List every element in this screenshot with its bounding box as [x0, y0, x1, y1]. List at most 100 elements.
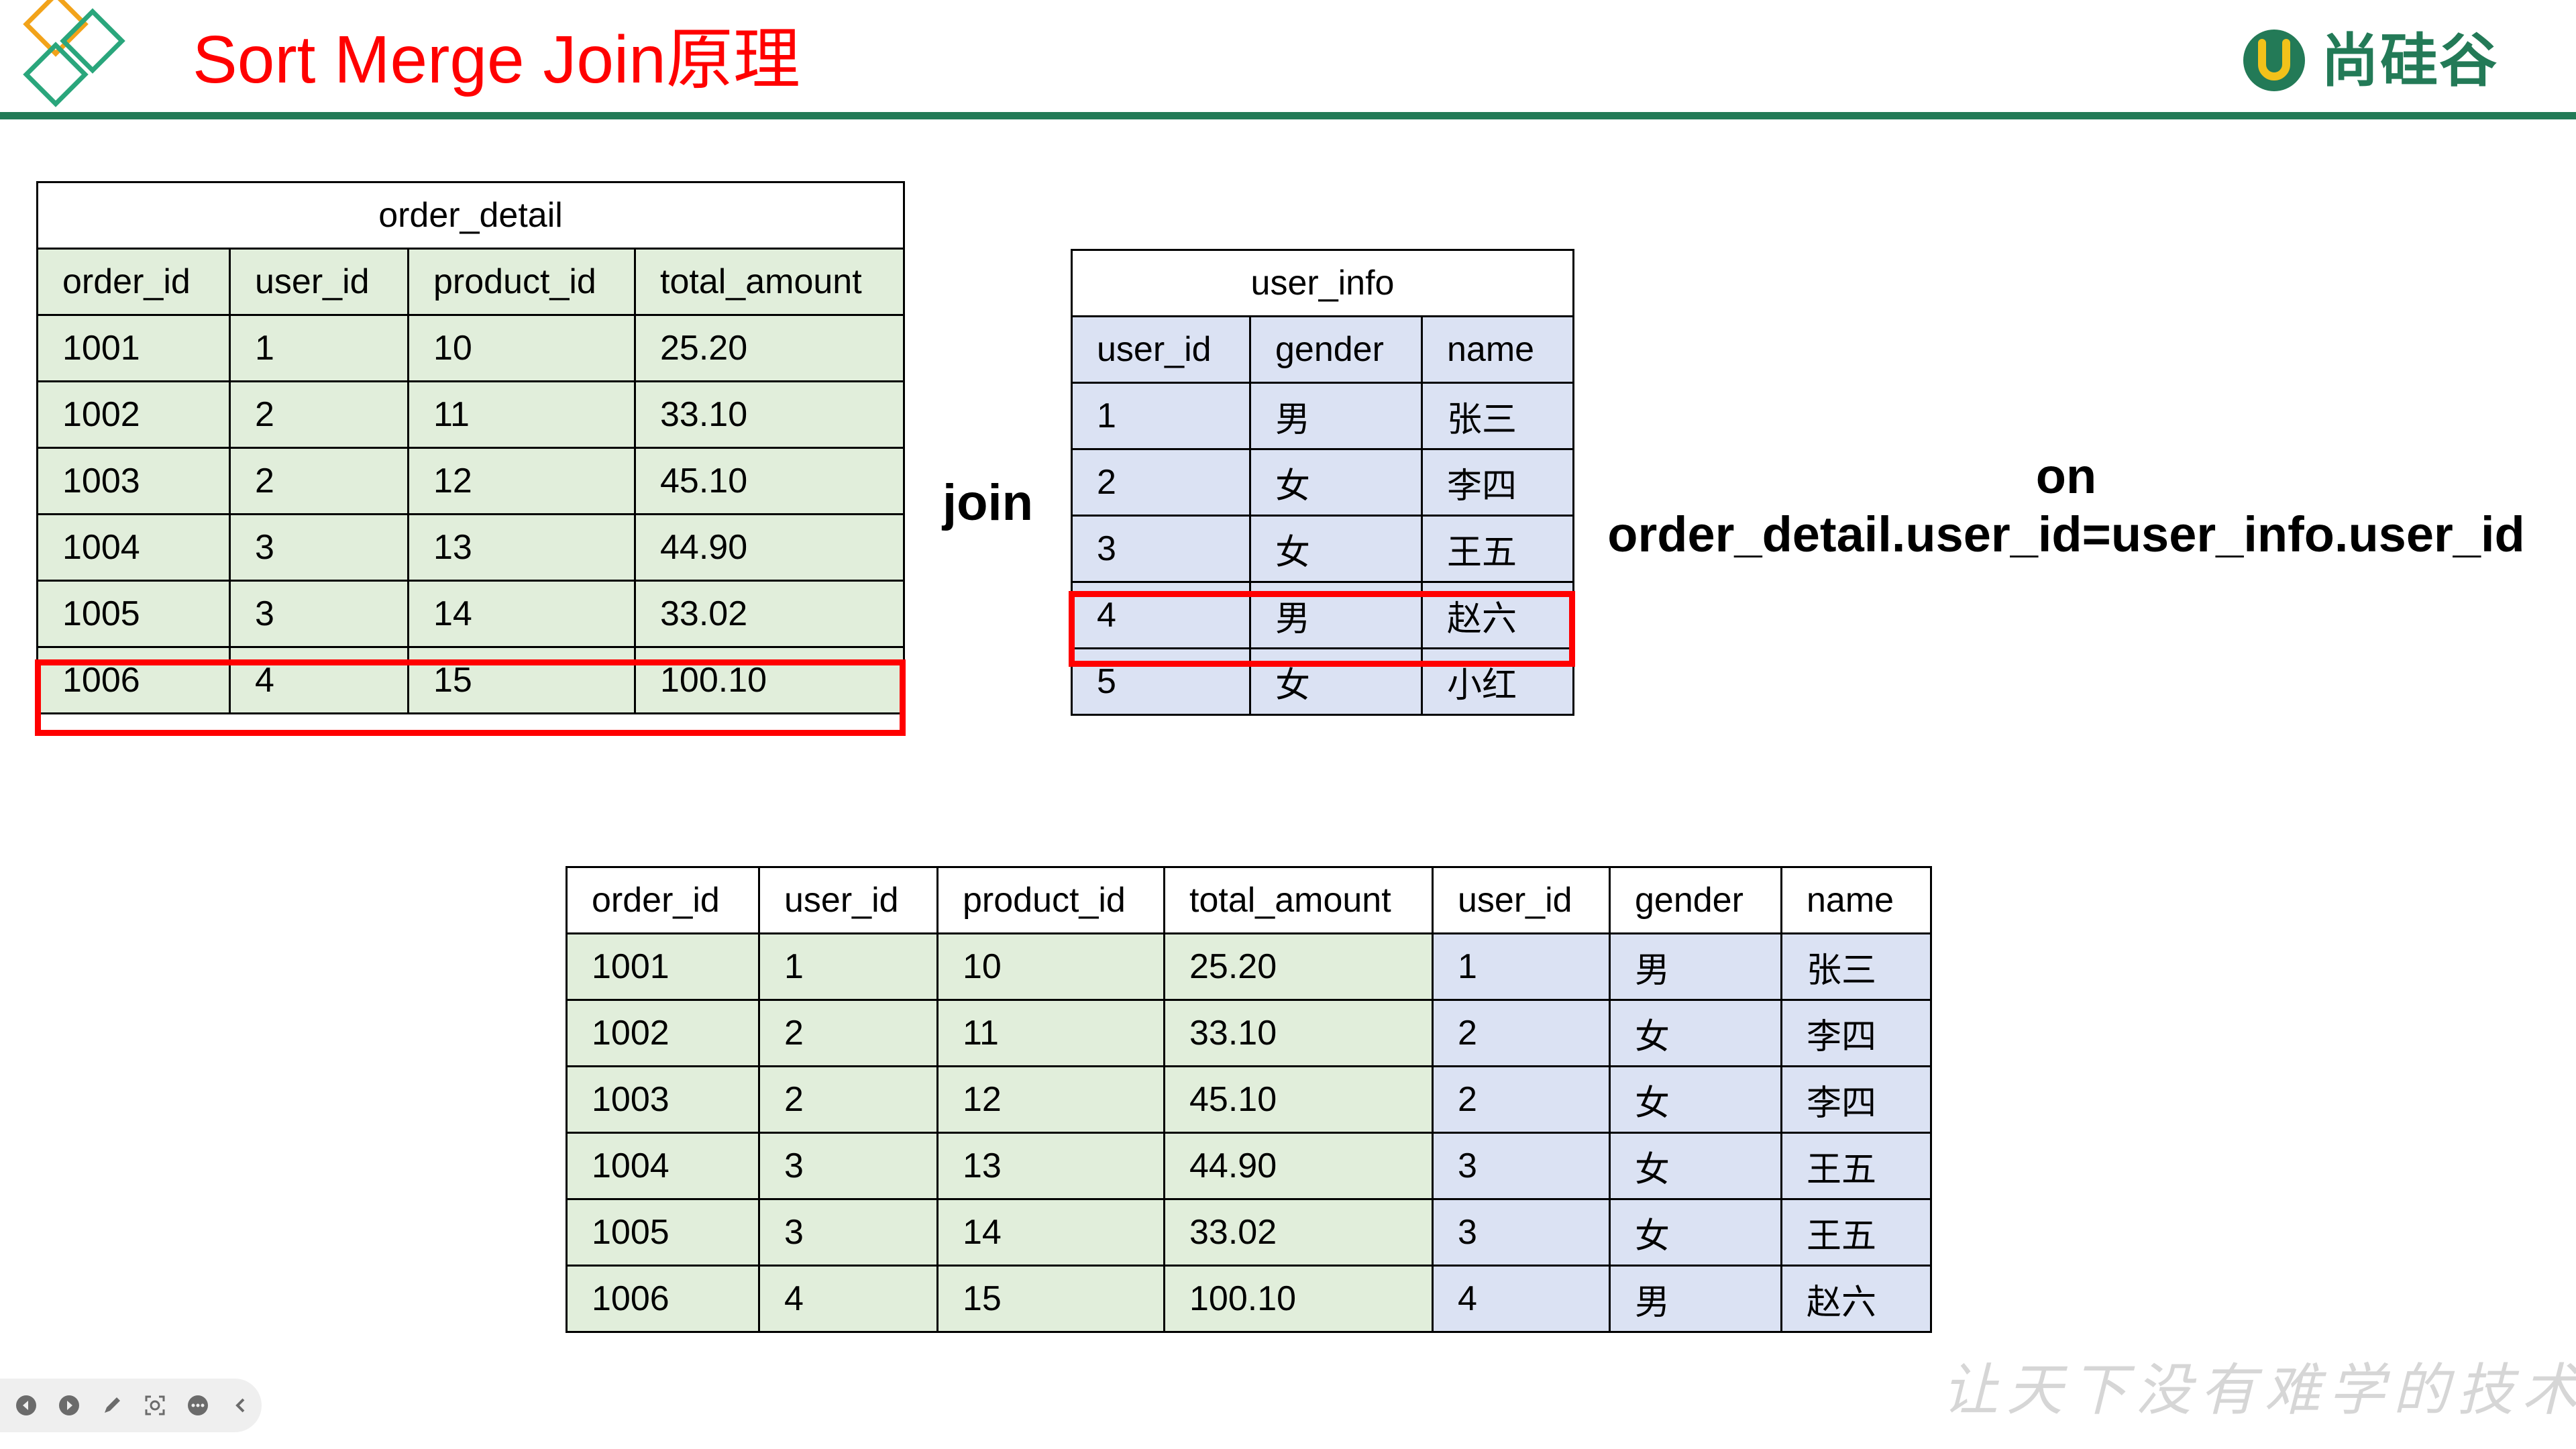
table-cell: 1005 — [566, 1198, 760, 1267]
table-cell: 男 — [1249, 382, 1423, 450]
next-icon[interactable] — [56, 1393, 82, 1418]
column-header: order_id — [566, 866, 760, 934]
table-cell: 女 — [1609, 1132, 1782, 1200]
join-result-table: order_id user_id product_id total_amount use… — [566, 866, 1932, 1333]
table-row: 1 男张三 — [1071, 382, 1575, 450]
user-info-highlight-row — [1069, 591, 1575, 667]
slogan-watermark: 让天下没有难学的技术 — [1942, 1357, 2576, 1423]
column-header: total_amount — [634, 248, 905, 316]
order-detail-table: order_detail order_id user_id product_id to… — [36, 181, 905, 714]
table-cell: 13 — [936, 1132, 1165, 1200]
table-row: 1004 3 13 44.90 — [36, 513, 905, 582]
table-cell: 2 — [229, 447, 409, 515]
table-cell: 1006 — [566, 1265, 760, 1333]
fit-screen-icon[interactable] — [142, 1393, 168, 1418]
table-cell: 李四 — [1420, 448, 1575, 517]
table-cell: 女 — [1249, 515, 1423, 583]
table-cell: 1002 — [566, 999, 760, 1067]
table-cell: 男 — [1609, 932, 1782, 1001]
column-header: name — [1780, 866, 1932, 934]
table-cell: 2 — [758, 1065, 938, 1134]
logo-diamonds-icon — [23, 0, 125, 107]
table-cell: 44.90 — [1163, 1132, 1434, 1200]
column-header: user_id — [758, 866, 938, 934]
table-cell: 王五 — [1780, 1132, 1932, 1200]
table-cell: 2 — [1432, 1065, 1611, 1134]
table-row: 1003 2 12 45.10 — [36, 447, 905, 515]
header-divider — [0, 112, 2576, 119]
column-header: user_id — [229, 248, 409, 316]
table-cell: 10 — [936, 932, 1165, 1001]
table-cell: 1005 — [36, 580, 231, 648]
join-label: join — [943, 474, 1034, 531]
table-cell: 女 — [1609, 999, 1782, 1067]
table-row: 2 女李四 — [1071, 448, 1575, 517]
table-cell: 1001 — [566, 932, 760, 1001]
table-cell: 12 — [936, 1065, 1165, 1134]
table-row: 1005 3 14 33.02 — [36, 580, 905, 648]
slide-title: Sort Merge Join原理 — [193, 22, 800, 97]
table-cell: 李四 — [1780, 1065, 1932, 1134]
collapse-icon[interactable] — [228, 1393, 254, 1418]
column-header: product_id — [407, 248, 636, 316]
prev-icon[interactable] — [13, 1393, 39, 1418]
more-icon[interactable] — [185, 1393, 211, 1418]
table-cell: 3 — [229, 580, 409, 648]
table-cell: 25.20 — [1163, 932, 1434, 1001]
table-cell: 1 — [229, 314, 409, 382]
table-cell: 4 — [1432, 1265, 1611, 1333]
column-header: name — [1420, 315, 1575, 384]
table-cell: 14 — [407, 580, 636, 648]
table-cell: 3 — [1071, 515, 1251, 583]
table-cell: 45.10 — [634, 447, 905, 515]
table-cell: 11 — [936, 999, 1165, 1067]
table-cell: 15 — [936, 1265, 1165, 1333]
table-row: 1001 1 10 25.20 — [36, 314, 905, 382]
table-cell: 1 — [1071, 382, 1251, 450]
order-detail-highlight-row — [35, 659, 906, 736]
table-row: 1005 3 14 33.02 3 女王五 — [566, 1198, 1932, 1267]
table-cell: 100.10 — [1163, 1265, 1434, 1333]
table-cell: 王五 — [1420, 515, 1575, 583]
table-cell: 10 — [407, 314, 636, 382]
table-cell: 11 — [407, 380, 636, 449]
table-row: 1004 3 13 44.90 3 女王五 — [566, 1132, 1932, 1200]
table-row: 1003 2 12 45.10 2 女李四 — [566, 1065, 1932, 1134]
table-cell: 赵六 — [1780, 1265, 1932, 1333]
table-cell: 3 — [758, 1198, 938, 1267]
table-cell: 3 — [1432, 1198, 1611, 1267]
table-cell: 12 — [407, 447, 636, 515]
table-row: 1001 1 10 25.20 1 男张三 — [566, 932, 1932, 1001]
table-cell: 女 — [1609, 1198, 1782, 1267]
table-cell: 2 — [1432, 999, 1611, 1067]
table-cell: 33.10 — [1163, 999, 1434, 1067]
table-cell: 1004 — [566, 1132, 760, 1200]
table-cell: 2 — [229, 380, 409, 449]
table-cell: 1002 — [36, 380, 231, 449]
table-cell: 14 — [936, 1198, 1165, 1267]
table-cell: 2 — [1071, 448, 1251, 517]
column-header: user_id — [1432, 866, 1611, 934]
table-row: 1002 2 11 33.10 2 女李四 — [566, 999, 1932, 1067]
table-cell: 女 — [1609, 1065, 1782, 1134]
table-cell: 33.10 — [634, 380, 905, 449]
table-cell: 1003 — [566, 1065, 760, 1134]
table-cell: 男 — [1609, 1265, 1782, 1333]
table-cell: 1004 — [36, 513, 231, 582]
on-keyword: on — [2035, 448, 2097, 504]
table-cell: 33.02 — [634, 580, 905, 648]
column-header: product_id — [936, 866, 1165, 934]
pen-icon[interactable] — [99, 1393, 125, 1418]
table-cell: 李四 — [1780, 999, 1932, 1067]
table-cell: 1 — [1432, 932, 1611, 1001]
column-header: user_id — [1071, 315, 1251, 384]
table-cell: 张三 — [1780, 932, 1932, 1001]
table-cell: 44.90 — [634, 513, 905, 582]
table-cell: 1 — [758, 932, 938, 1001]
presentation-toolbar — [0, 1379, 262, 1432]
table-row: 1006 4 15 100.10 4 男赵六 — [566, 1265, 1932, 1333]
table-cell: 3 — [229, 513, 409, 582]
brand-u-icon — [2243, 30, 2305, 91]
table-cell: 1001 — [36, 314, 231, 382]
table-cell: 2 — [758, 999, 938, 1067]
